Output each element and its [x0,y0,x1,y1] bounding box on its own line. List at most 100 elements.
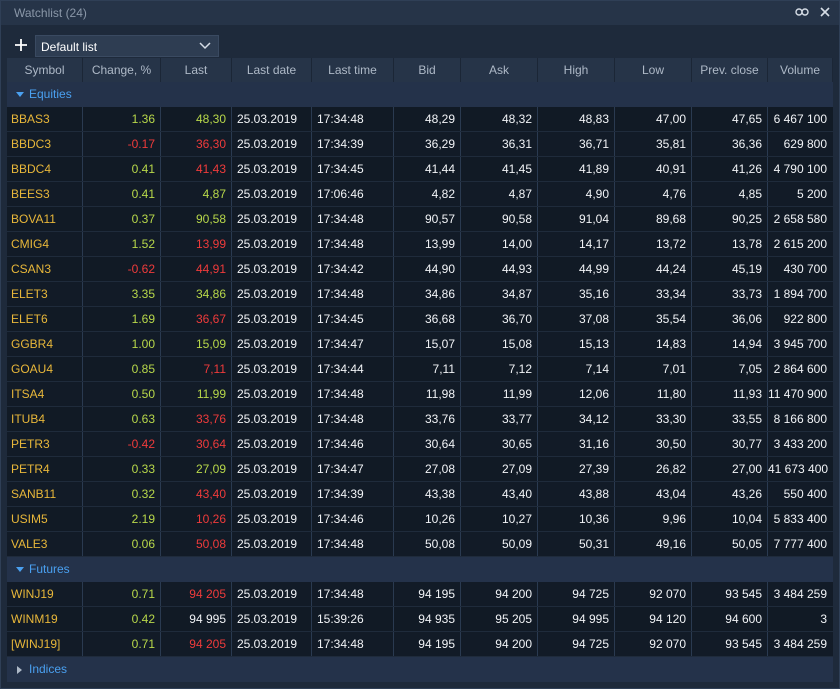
cell-change: -0.42 [127,437,155,451]
table-row[interactable]: ITUB4 0.63 33,76 25.03.2019 17:34:48 33,76 33,… [7,407,833,432]
table-row[interactable]: ITSA4 0.50 11,99 25.03.2019 17:34:48 11,98 11,… [7,382,833,407]
cell-ask: 94 200 [495,637,532,651]
column-divider [82,607,83,631]
table-row[interactable]: BBDC4 0.41 41,43 25.03.2019 17:34:45 41,44 41,… [7,157,833,182]
cell-volume: 2 864 600 [773,362,827,376]
column-divider [537,582,538,606]
list-dropdown[interactable]: Default list [35,35,219,57]
column-divider [614,232,615,256]
column-divider [160,607,161,631]
table-row[interactable]: [WINJ19] 0.71 94 205 25.03.2019 17:34:48 94 1… [7,632,833,657]
column-header-high[interactable]: High [538,58,615,82]
cell-low: 47,00 [655,112,686,126]
table-row[interactable]: VALE3 0.06 50,08 25.03.2019 17:34:48 50,08 50,… [7,532,833,557]
cell-time: 17:34:48 [317,287,364,301]
table-row[interactable]: PETR4 0.33 27,09 25.03.2019 17:34:47 27,08 27,… [7,457,833,482]
table-row[interactable]: GOAU4 0.85 7,11 25.03.2019 17:34:44 7,11 7,12 7… [7,357,833,382]
cell-low: 94 120 [649,612,686,626]
column-divider [614,107,615,131]
column-divider [537,457,538,481]
cell-time: 17:34:42 [317,262,364,276]
column-header-date[interactable]: Last date [232,58,312,82]
table-row[interactable]: GGBR4 1.00 15,09 25.03.2019 17:34:47 15,07 15,… [7,332,833,357]
plus-icon[interactable] [13,37,29,53]
column-divider [767,407,768,431]
column-divider [691,332,692,356]
column-divider [691,632,692,656]
group-row-futures[interactable]: Futures [7,557,833,582]
link-icon[interactable] [795,7,809,17]
table-row[interactable]: PETR3 -0.42 30,64 25.03.2019 17:34:46 30,64 30… [7,432,833,457]
column-divider [82,407,83,431]
column-header-prev[interactable]: Prev. close [692,58,768,82]
column-divider [691,582,692,606]
cell-ask: 90,58 [501,212,532,226]
table-row[interactable]: WINM19 0.42 94 995 25.03.2019 15:39:26 94 935… [7,607,833,632]
cell-high: 36,71 [578,137,609,151]
column-divider [767,432,768,456]
cell-bid: 48,29 [424,112,455,126]
cell-high: 37,08 [578,312,609,326]
table-row[interactable]: ELET3 3.35 34,86 25.03.2019 17:34:48 34,86 34,… [7,282,833,307]
column-divider [393,282,394,306]
table-row[interactable]: BOVA11 0.37 90,58 25.03.2019 17:34:48 90,57 90… [7,207,833,232]
column-divider [614,482,615,506]
table-row[interactable]: SANB11 0.32 43,40 25.03.2019 17:34:39 43,38 43… [7,482,833,507]
group-row-indices[interactable]: Indices [7,657,833,682]
cell-time: 17:34:48 [317,412,364,426]
table-row[interactable]: WINJ19 0.71 94 205 25.03.2019 17:34:48 94 195… [7,582,833,607]
table-row[interactable]: CSAN3 -0.62 44,91 25.03.2019 17:34:42 44,90 44… [7,257,833,282]
cell-date: 25.03.2019 [237,637,298,651]
column-divider [311,207,312,231]
group-row-equities[interactable]: Equities [7,82,833,107]
column-divider [311,632,312,656]
column-divider [82,532,83,556]
cell-low: 43,04 [655,487,686,501]
cell-last: 10,26 [195,512,226,526]
column-divider [537,307,538,331]
cell-prev: 45,19 [731,262,762,276]
table-row[interactable]: BBDC3 -0.17 36,30 25.03.2019 17:34:39 36,29 36… [7,132,833,157]
close-icon[interactable] [819,6,831,18]
column-divider [614,407,615,431]
column-header-last[interactable]: Last [161,58,232,82]
column-header-symbol[interactable]: Symbol [7,58,83,82]
table-row[interactable]: CMIG4 1.52 13,99 25.03.2019 17:34:48 13,99 14,… [7,232,833,257]
column-divider [160,632,161,656]
column-divider [82,507,83,531]
column-header-volume[interactable]: Volume [768,58,833,82]
cell-high: 7,14 [585,362,609,376]
column-divider [614,357,615,381]
cell-date: 25.03.2019 [237,512,298,526]
cell-high: 27,39 [578,462,609,476]
cell-high: 14,17 [578,237,609,251]
column-divider [460,257,461,281]
column-divider [311,132,312,156]
table-row[interactable]: BEES3 0.41 4,87 25.03.2019 17:06:46 4,82 4,87 4… [7,182,833,207]
cell-symbol: WINJ19 [11,587,54,601]
cell-symbol: BBDC3 [11,137,52,151]
title-bar[interactable]: Watchlist (24) [1,1,839,25]
column-header-time[interactable]: Last time [312,58,394,82]
column-header-ask[interactable]: Ask [461,58,538,82]
cell-symbol: VALE3 [11,537,48,551]
column-header-bid[interactable]: Bid [394,58,461,82]
cell-time: 17:34:48 [317,112,364,126]
cell-change: 0.63 [131,412,155,426]
cell-time: 17:34:45 [317,312,364,326]
cell-volume: 4 790 100 [773,162,827,176]
column-divider [460,232,461,256]
cell-volume: 3 484 259 [773,637,827,651]
column-header-low[interactable]: Low [615,58,692,82]
column-divider [231,507,232,531]
column-divider [393,332,394,356]
column-header-change[interactable]: Change, % [83,58,161,82]
cell-ask: 94 200 [495,587,532,601]
cell-prev: 93 545 [725,587,762,601]
table-row[interactable]: ELET6 1.69 36,67 25.03.2019 17:34:45 36,68 36,… [7,307,833,332]
cell-high: 94 725 [572,587,609,601]
table-row[interactable]: BBAS3 1.36 48,30 25.03.2019 17:34:48 48,29 48,… [7,107,833,132]
cell-high: 15,13 [578,337,609,351]
table-row[interactable]: USIM5 2.19 10,26 25.03.2019 17:34:46 10,26 10,… [7,507,833,532]
column-divider [537,432,538,456]
